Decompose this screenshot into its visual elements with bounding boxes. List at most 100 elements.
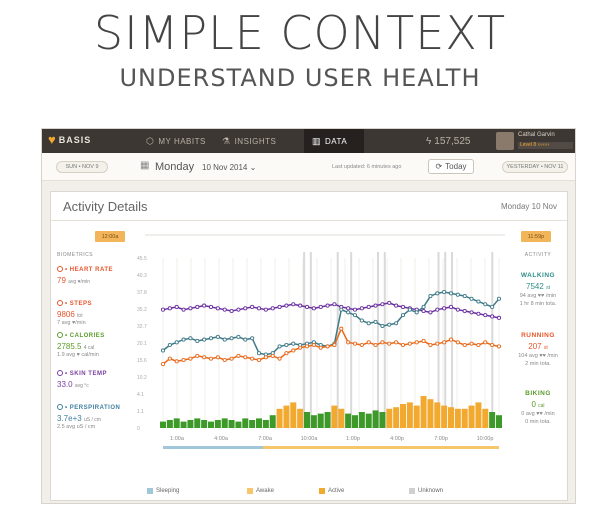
data-point[interactable] [476, 299, 481, 304]
data-point[interactable] [400, 342, 406, 348]
data-point[interactable] [490, 314, 495, 319]
data-point[interactable] [318, 345, 323, 350]
data-point[interactable] [284, 351, 289, 356]
data-point[interactable] [215, 334, 220, 339]
data-point[interactable] [243, 306, 248, 311]
data-point[interactable] [462, 342, 467, 348]
data-point[interactable] [243, 337, 248, 342]
user-menu[interactable]: Cathal Garvin Level 8 ››››››› [492, 129, 575, 153]
tab-data[interactable]: ▥ DATA [304, 129, 364, 153]
toggle-circle-icon[interactable] [57, 332, 63, 338]
data-point[interactable] [229, 308, 234, 314]
data-point[interactable] [469, 310, 474, 315]
data-point[interactable] [469, 341, 474, 346]
data-point[interactable] [442, 340, 447, 345]
data-point[interactable] [304, 304, 310, 310]
data-point[interactable] [277, 304, 282, 310]
data-point[interactable] [483, 340, 488, 345]
data-point[interactable] [277, 344, 282, 349]
data-point[interactable] [373, 319, 378, 324]
data-point[interactable] [208, 356, 214, 361]
data-point[interactable] [291, 348, 296, 353]
event-marker[interactable] [383, 252, 386, 428]
data-point[interactable] [414, 310, 419, 315]
data-point[interactable] [236, 353, 241, 358]
data-point[interactable] [469, 296, 474, 301]
data-point[interactable] [208, 336, 214, 341]
data-point[interactable] [359, 306, 364, 311]
calendar-icon[interactable]: ▦ [140, 160, 149, 171]
data-point[interactable] [229, 336, 234, 341]
data-point[interactable] [496, 296, 502, 301]
data-point[interactable] [195, 304, 200, 310]
points-counter[interactable]: ϟ 157,525 [426, 129, 470, 153]
timeline-scrubber[interactable] [145, 226, 505, 244]
data-point[interactable] [359, 342, 364, 348]
data-point[interactable] [373, 303, 378, 308]
activity-biking[interactable]: BIKING 0 cal 0 avg ♥♥ /min 0 min tota. [509, 390, 567, 425]
data-point[interactable] [394, 303, 399, 308]
event-marker[interactable] [437, 252, 440, 428]
data-point[interactable] [483, 302, 488, 307]
data-point[interactable] [352, 341, 358, 346]
toggle-circle-icon[interactable] [57, 266, 63, 272]
data-point[interactable] [339, 326, 344, 331]
data-point[interactable] [270, 306, 275, 311]
data-point[interactable] [222, 357, 227, 363]
data-point[interactable] [311, 342, 316, 348]
data-point[interactable] [222, 337, 227, 342]
data-point[interactable] [250, 304, 255, 310]
data-point[interactable] [202, 355, 207, 360]
data-point[interactable] [380, 340, 385, 345]
data-point[interactable] [174, 340, 179, 345]
data-point[interactable] [160, 307, 166, 312]
data-point[interactable] [195, 338, 200, 344]
data-point[interactable] [346, 306, 351, 311]
tab-my-habits[interactable]: ⬡ MY HABITS [138, 129, 214, 153]
data-point[interactable] [181, 307, 186, 312]
data-point[interactable] [263, 307, 268, 312]
event-marker[interactable] [309, 252, 312, 428]
data-point[interactable] [435, 307, 440, 312]
toggle-circle-icon[interactable] [57, 300, 63, 306]
data-point[interactable] [421, 308, 426, 314]
data-point[interactable] [325, 344, 330, 349]
data-point[interactable] [243, 355, 248, 360]
data-point[interactable] [291, 341, 296, 346]
data-point[interactable] [332, 342, 337, 348]
data-point[interactable] [448, 291, 454, 296]
data-point[interactable] [277, 356, 282, 361]
previous-day-button[interactable]: SUN • NOV 9 [56, 161, 108, 173]
data-point[interactable] [215, 355, 220, 360]
data-point[interactable] [462, 294, 467, 299]
data-point[interactable] [270, 353, 275, 358]
data-point[interactable] [394, 340, 399, 345]
data-point[interactable] [284, 342, 289, 348]
data-point[interactable] [256, 306, 262, 311]
data-point[interactable] [174, 359, 179, 364]
next-day-button[interactable]: YESTERDAY • NOV 11 [502, 161, 568, 173]
data-point[interactable] [202, 303, 207, 308]
event-marker[interactable] [491, 252, 494, 428]
data-point[interactable] [448, 337, 454, 342]
data-point[interactable] [174, 304, 179, 310]
data-point[interactable] [442, 306, 447, 311]
data-point[interactable] [298, 345, 303, 350]
data-point[interactable] [181, 337, 186, 342]
data-point[interactable] [435, 341, 440, 346]
data-point[interactable] [346, 340, 351, 345]
activity-chart[interactable]: 45.5 40.3 37.8 35.2 32.7 20.1 15.6 10.2 4.1 1.1 0 1… [137, 250, 507, 482]
data-point[interactable] [421, 304, 426, 310]
event-marker[interactable] [377, 252, 380, 428]
biometric-heart-rate[interactable]: • HEART RATE 79 avg ♥/min [57, 266, 137, 286]
data-point[interactable] [352, 313, 358, 318]
data-point[interactable] [167, 306, 172, 311]
data-point[interactable] [359, 318, 364, 323]
data-point[interactable] [496, 315, 502, 320]
data-point[interactable] [304, 344, 310, 349]
data-point[interactable] [298, 303, 303, 308]
data-point[interactable] [181, 357, 186, 363]
date-picker[interactable]: 10 Nov 2014 ⌄ [202, 163, 256, 172]
data-point[interactable] [284, 303, 289, 308]
data-point[interactable] [455, 292, 460, 297]
